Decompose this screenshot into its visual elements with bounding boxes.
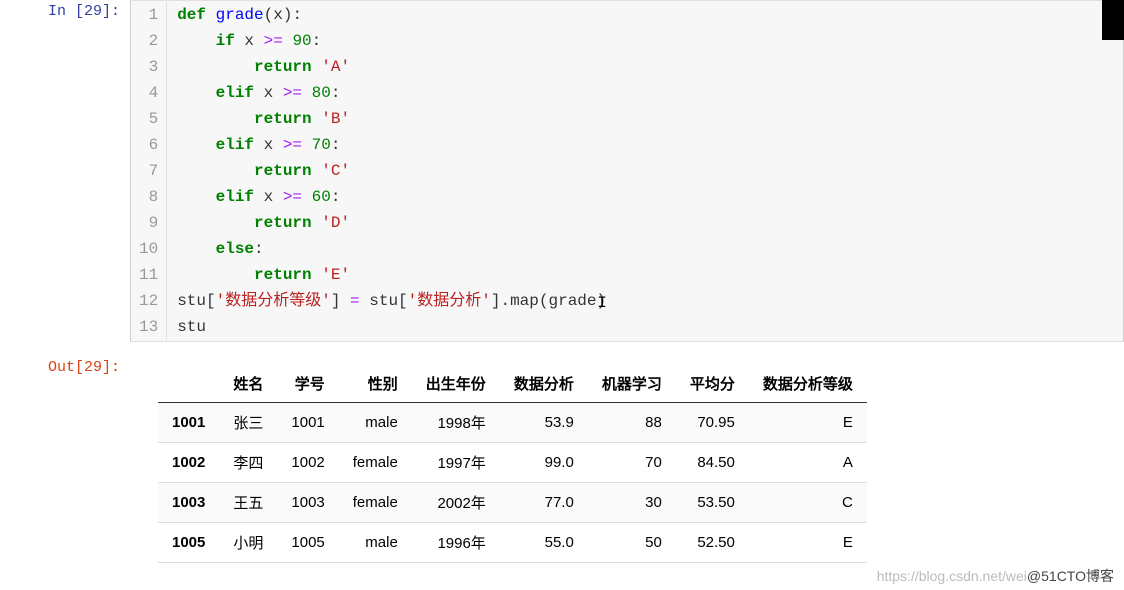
table-cell: E	[749, 403, 867, 443]
table-cell: male	[339, 523, 412, 563]
line-number: 2	[139, 28, 158, 54]
table-cell: 50	[588, 523, 676, 563]
table-column-header: 机器学习	[588, 364, 676, 403]
line-number: 10	[139, 236, 158, 262]
row-index: 1002	[158, 443, 219, 483]
table-cell: 1997年	[412, 443, 500, 483]
watermark-light: https://blog.csdn.net/wei	[877, 568, 1027, 584]
code-line[interactable]: stu['数据分析等级'] = stu['数据分析'].map(grade)	[177, 288, 606, 314]
line-number: 12	[139, 288, 158, 314]
table-cell: 李四	[219, 443, 277, 483]
table-cell: 53.50	[676, 483, 749, 523]
table-column-header: 出生年份	[412, 364, 500, 403]
table-cell: 52.50	[676, 523, 749, 563]
table-row: 1003王五1003female2002年77.03053.50C	[158, 483, 867, 523]
table-column-header: 学号	[277, 364, 338, 403]
code-line[interactable]: return 'C'	[177, 158, 606, 184]
table-cell: A	[749, 443, 867, 483]
code-line[interactable]: return 'E'	[177, 262, 606, 288]
line-number: 5	[139, 106, 158, 132]
table-cell: 53.9	[500, 403, 588, 443]
row-index: 1003	[158, 483, 219, 523]
table-cell: 2002年	[412, 483, 500, 523]
line-number: 11	[139, 262, 158, 288]
table-cell: 张三	[219, 403, 277, 443]
line-number: 9	[139, 210, 158, 236]
table-cell: 30	[588, 483, 676, 523]
table-cell: 99.0	[500, 443, 588, 483]
line-number: 4	[139, 80, 158, 106]
table-cell: female	[339, 483, 412, 523]
table-column-header: 平均分	[676, 364, 749, 403]
table-cell: 77.0	[500, 483, 588, 523]
table-column-header: 性别	[339, 364, 412, 403]
output-prompt: Out[29]:	[0, 356, 130, 376]
line-number: 6	[139, 132, 158, 158]
code-line[interactable]: elif x >= 60:	[177, 184, 606, 210]
table-row: 1005小明1005male1996年55.05052.50E	[158, 523, 867, 563]
table-cell: E	[749, 523, 867, 563]
table-header-row: 姓名学号性别出生年份数据分析机器学习平均分数据分析等级	[158, 364, 867, 403]
code-line[interactable]: if x >= 90:	[177, 28, 606, 54]
table-cell: 王五	[219, 483, 277, 523]
table-cell: female	[339, 443, 412, 483]
line-number: 3	[139, 54, 158, 80]
code-line[interactable]: elif x >= 70:	[177, 132, 606, 158]
watermark-dark: @51CTO博客	[1027, 568, 1114, 584]
code-line[interactable]: def grade(x):	[177, 2, 606, 28]
code-line[interactable]: else:	[177, 236, 606, 262]
row-index: 1001	[158, 403, 219, 443]
table-cell: male	[339, 403, 412, 443]
text-cursor-icon: I	[597, 290, 598, 312]
input-cell: In [29]: 12345678910111213 def grade(x):…	[0, 0, 1124, 342]
table-cell: 1998年	[412, 403, 500, 443]
table-column-header: 姓名	[219, 364, 277, 403]
table-cell: 1005	[277, 523, 338, 563]
input-prompt: In [29]:	[0, 0, 130, 20]
table-cell: 1002	[277, 443, 338, 483]
dataframe-table: 姓名学号性别出生年份数据分析机器学习平均分数据分析等级 1001张三1001ma…	[158, 364, 867, 563]
table-cell: C	[749, 483, 867, 523]
code-editor-content[interactable]: def grade(x): if x >= 90: return 'A' eli…	[167, 2, 606, 340]
watermark: https://blog.csdn.net/wei@51CTO博客	[877, 566, 1114, 586]
table-cell: 84.50	[676, 443, 749, 483]
line-number-gutter: 12345678910111213	[131, 2, 167, 340]
table-cell: 70.95	[676, 403, 749, 443]
line-number: 13	[139, 314, 158, 340]
output-area: 姓名学号性别出生年份数据分析机器学习平均分数据分析等级 1001张三1001ma…	[130, 356, 1124, 563]
code-line[interactable]: return 'B'	[177, 106, 606, 132]
code-line[interactable]: elif x >= 80:	[177, 80, 606, 106]
output-cell: Out[29]: 姓名学号性别出生年份数据分析机器学习平均分数据分析等级 100…	[0, 356, 1124, 563]
table-cell: 70	[588, 443, 676, 483]
code-line[interactable]: stu	[177, 314, 606, 340]
row-index: 1005	[158, 523, 219, 563]
table-index-header	[158, 364, 219, 403]
line-number: 8	[139, 184, 158, 210]
table-row: 1001张三1001male1998年53.98870.95E	[158, 403, 867, 443]
line-number: 7	[139, 158, 158, 184]
line-number: 1	[139, 2, 158, 28]
code-line[interactable]: return 'D'	[177, 210, 606, 236]
table-row: 1002李四1002female1997年99.07084.50A	[158, 443, 867, 483]
table-cell: 1996年	[412, 523, 500, 563]
code-cell[interactable]: 12345678910111213 def grade(x): if x >= …	[130, 0, 1124, 342]
table-column-header: 数据分析等级	[749, 364, 867, 403]
table-cell: 小明	[219, 523, 277, 563]
table-cell: 88	[588, 403, 676, 443]
table-cell: 1001	[277, 403, 338, 443]
table-cell: 55.0	[500, 523, 588, 563]
table-column-header: 数据分析	[500, 364, 588, 403]
thumbnail-strip	[1102, 0, 1124, 40]
code-line[interactable]: return 'A'	[177, 54, 606, 80]
table-cell: 1003	[277, 483, 338, 523]
